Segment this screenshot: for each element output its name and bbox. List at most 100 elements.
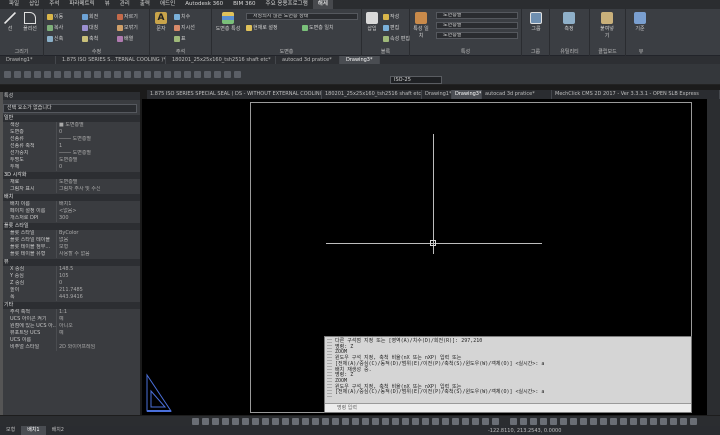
status-toggle[interactable] — [530, 418, 537, 425]
dim-style-select[interactable]: ISO-25 — [390, 76, 442, 84]
property-section-header[interactable]: 3D 시각화 — [0, 172, 140, 179]
status-toggle[interactable] — [580, 418, 587, 425]
scale-button[interactable]: 축척 — [82, 35, 98, 42]
palette-side-strip[interactable] — [0, 92, 3, 427]
property-row[interactable]: 개스처로 DPI 300 — [0, 215, 140, 222]
status-toggle[interactable] — [262, 418, 269, 425]
status-toggle[interactable] — [520, 418, 527, 425]
property-row[interactable]: 플롯 테이블 유형 사용할 수 없음 — [0, 251, 140, 258]
stretch-button[interactable]: 신축 — [47, 35, 63, 42]
base-view-button[interactable]: 기준 — [631, 12, 649, 32]
status-toggle[interactable] — [442, 418, 449, 425]
menu-item[interactable]: 주요 응용프로그램 — [261, 0, 313, 9]
property-row[interactable]: 선가중치 ──── 도면층별 — [0, 150, 140, 157]
status-toggle[interactable] — [252, 418, 259, 425]
property-row[interactable]: 플롯 스타일 ByColor — [0, 230, 140, 237]
toolbar-button[interactable] — [174, 71, 181, 78]
menu-item[interactable]: 애드인 — [155, 0, 180, 9]
status-toggle[interactable] — [492, 418, 499, 425]
property-row[interactable]: 두께 0 — [0, 164, 140, 171]
clipboard-group-label[interactable]: 클립보드 — [590, 48, 625, 55]
document-tab[interactable]: 1.875 ISO SERIES SPECIAL SEAL ( DS - WIT… — [147, 90, 322, 99]
property-row[interactable]: 플롯 스타일 테이블 없음 — [0, 237, 140, 244]
status-toggle[interactable] — [640, 418, 647, 425]
toolbar-button[interactable] — [14, 71, 21, 78]
status-toggle[interactable] — [392, 418, 399, 425]
status-toggle[interactable] — [312, 418, 319, 425]
status-toggle[interactable] — [472, 418, 479, 425]
property-row[interactable]: 폭 443.9416 — [0, 294, 140, 301]
property-row[interactable]: 선종류 ──── 도면층별 — [0, 136, 140, 143]
menu-item[interactable]: 해제 — [312, 0, 333, 9]
toolbar-button[interactable] — [144, 71, 151, 78]
layer-properties-button[interactable]: 도면층 특성 — [215, 12, 241, 32]
status-toggle[interactable] — [372, 418, 379, 425]
toolbar-button[interactable] — [214, 71, 221, 78]
toolbar-button[interactable] — [94, 71, 101, 78]
create-block-button[interactable]: 작성 — [383, 13, 399, 20]
status-toggle[interactable] — [540, 418, 547, 425]
move-button[interactable]: 이동 — [47, 13, 63, 20]
status-toggle[interactable] — [560, 418, 567, 425]
status-toggle[interactable] — [412, 418, 419, 425]
status-toggle[interactable] — [462, 418, 469, 425]
status-toggle[interactable] — [212, 418, 219, 425]
property-row[interactable]: X 중심 148.5 — [0, 266, 140, 273]
property-row[interactable]: UCS 이름 — [0, 337, 140, 344]
toolbar-button[interactable] — [24, 71, 31, 78]
property-row[interactable]: 그림자 표시 그림자 주사 및 수신 — [0, 186, 140, 193]
toolbar-button[interactable] — [234, 71, 241, 78]
menu-item[interactable]: 파일 — [4, 0, 24, 9]
status-toggle[interactable] — [660, 418, 667, 425]
file-tab[interactable]: autocad 3d pratice* — [276, 56, 340, 64]
rotate-button[interactable]: 회전 — [82, 13, 98, 20]
trim-button[interactable]: 자르기 — [117, 13, 138, 20]
match-properties-button[interactable]: 특성 일치 — [412, 12, 430, 39]
status-toggle[interactable] — [452, 418, 459, 425]
status-toggle[interactable] — [510, 418, 517, 425]
command-input[interactable]: 명령 입력 — [325, 403, 691, 412]
status-toggle[interactable] — [232, 418, 239, 425]
property-section-header[interactable]: 배치 — [0, 194, 140, 201]
copy-button[interactable]: 복사 — [47, 24, 63, 31]
status-toggle[interactable] — [282, 418, 289, 425]
status-toggle[interactable] — [302, 418, 309, 425]
property-row[interactable]: 비주얼 스타일 2D 와이어프레임 — [0, 344, 140, 351]
status-toggle[interactable] — [322, 418, 329, 425]
status-toggle[interactable] — [222, 418, 229, 425]
edit-block-button[interactable]: 편집 — [383, 24, 399, 31]
document-tab[interactable]: MechClick CMS 2D 2017 - Ver 3.3.3.1 - OP… — [552, 90, 720, 99]
status-toggle[interactable] — [272, 418, 279, 425]
status-toggle[interactable] — [680, 418, 687, 425]
vertical-scrollbar[interactable] — [707, 99, 720, 415]
status-toggle[interactable] — [432, 418, 439, 425]
menu-item[interactable]: 주석 — [44, 0, 64, 9]
file-tab[interactable]: Drawing3* — [340, 56, 380, 64]
layers-group-label[interactable]: 도면층 — [212, 48, 361, 55]
status-toggle[interactable] — [690, 418, 697, 425]
modify-group-label[interactable]: 수정 — [44, 48, 149, 55]
toolbar-button[interactable] — [184, 71, 191, 78]
status-toggle[interactable] — [202, 418, 209, 425]
toolbar-button[interactable] — [104, 71, 111, 78]
property-row[interactable]: Y 중심 105 — [0, 273, 140, 280]
layer-match-button[interactable]: 도면층 일치 — [302, 24, 334, 31]
property-row[interactable]: 배치 이름 배치1 — [0, 201, 140, 208]
status-toggle[interactable] — [610, 418, 617, 425]
property-row[interactable]: 원점에 있는 UCS 아... 아니오 — [0, 323, 140, 330]
array-button[interactable]: 배열 — [117, 35, 133, 42]
toolbar-button[interactable] — [4, 71, 11, 78]
table-button[interactable]: 표 — [174, 35, 186, 42]
status-toggle[interactable] — [570, 418, 577, 425]
property-row[interactable]: 재료 도면층별 — [0, 179, 140, 186]
toolbar-button[interactable] — [224, 71, 231, 78]
property-row[interactable]: 플롯 테이블 첨부... 모형 — [0, 244, 140, 251]
property-row[interactable]: 높이 211.7485 — [0, 287, 140, 294]
menu-item[interactable]: 관리 — [115, 0, 135, 9]
status-toggle[interactable] — [650, 418, 657, 425]
status-toggle[interactable] — [352, 418, 359, 425]
measure-button[interactable]: 측정 — [560, 12, 578, 32]
lineweight-dropdown[interactable]: 도면층별 — [436, 32, 518, 39]
mirror-button[interactable]: 대칭 — [82, 24, 98, 31]
toolbar-button[interactable] — [74, 71, 81, 78]
